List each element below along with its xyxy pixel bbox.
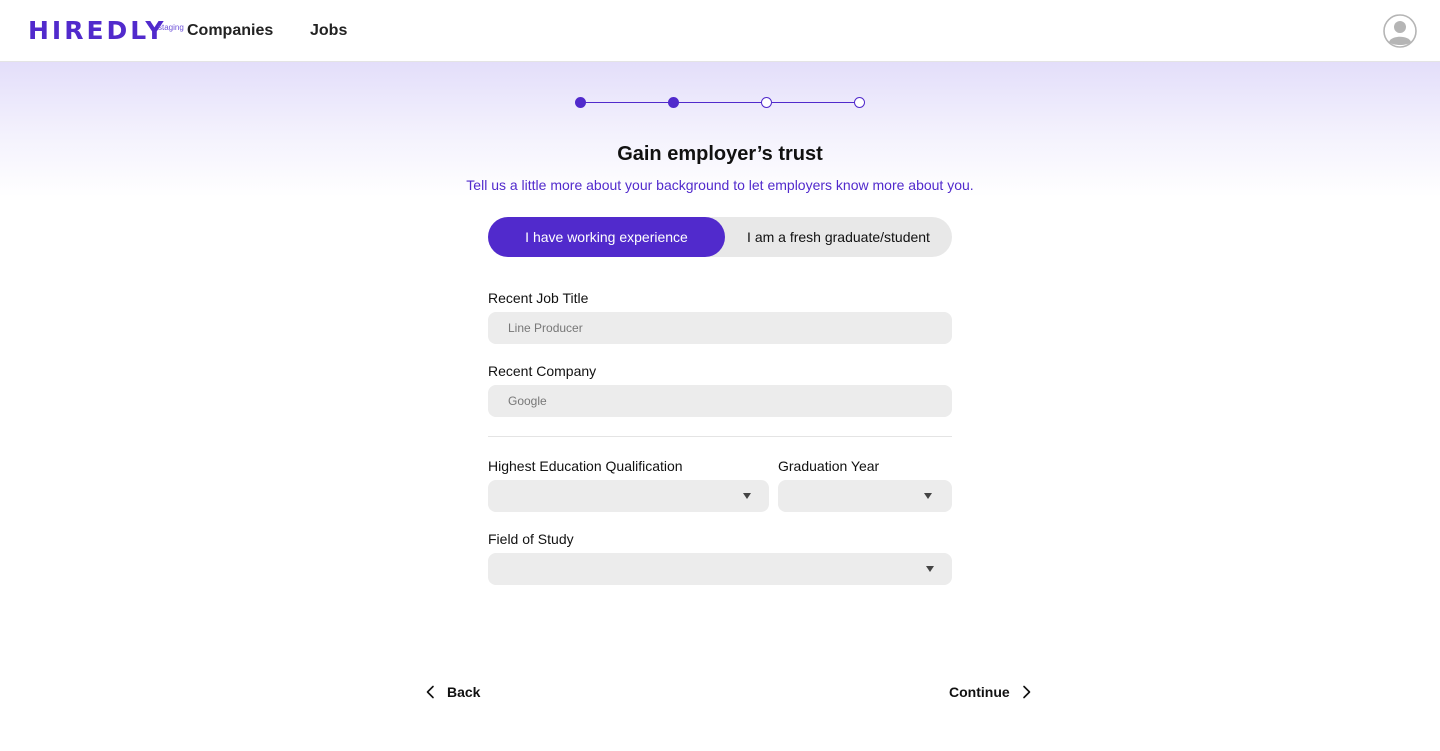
step-connector <box>580 101 673 103</box>
nav-jobs-link[interactable]: Jobs <box>310 21 347 41</box>
form-divider <box>488 436 952 437</box>
user-avatar-icon[interactable] <box>1383 14 1417 48</box>
field-of-study-label: Field of Study <box>488 531 574 547</box>
toggle-fresh-graduate[interactable]: I am a fresh graduate/student <box>725 217 952 257</box>
nav-companies-link[interactable]: Companies <box>187 21 273 41</box>
toggle-working-experience[interactable]: I have working experience <box>488 217 725 257</box>
chevron-down-icon <box>743 493 751 499</box>
chevron-down-icon <box>926 566 934 572</box>
company-label: Recent Company <box>488 363 597 379</box>
page-title: Gain employer’s trust <box>617 143 823 165</box>
experience-toggle: I am a fresh graduate/student I have wor… <box>488 217 952 257</box>
education-label: Highest Education Qualification <box>488 458 683 474</box>
step-connector <box>766 101 859 103</box>
step-connector <box>673 101 766 103</box>
graduation-year-select[interactable] <box>778 480 952 512</box>
step-4-dot <box>853 96 865 108</box>
back-button-label: Back <box>447 684 481 700</box>
education-select[interactable] <box>488 480 769 512</box>
job-title-input[interactable] <box>488 312 952 344</box>
environment-badge: staging <box>158 23 184 32</box>
continue-button-label: Continue <box>949 684 1010 700</box>
step-3-dot <box>760 96 772 108</box>
field-of-study-select[interactable] <box>488 553 952 585</box>
chevron-left-icon <box>426 685 434 699</box>
step-2-dot <box>667 96 679 108</box>
top-navbar: HIREDLY staging Companies Jobs <box>0 0 1440 62</box>
step-1-dot <box>574 96 586 108</box>
job-title-label: Recent Job Title <box>488 290 589 306</box>
company-input[interactable] <box>488 385 952 417</box>
graduation-year-label: Graduation Year <box>778 458 880 474</box>
page-subtitle: Tell us a little more about your backgro… <box>466 177 974 193</box>
chevron-down-icon <box>924 493 932 499</box>
chevron-right-icon <box>1023 685 1031 699</box>
hiredly-logo[interactable]: HIREDLY <box>28 17 166 45</box>
